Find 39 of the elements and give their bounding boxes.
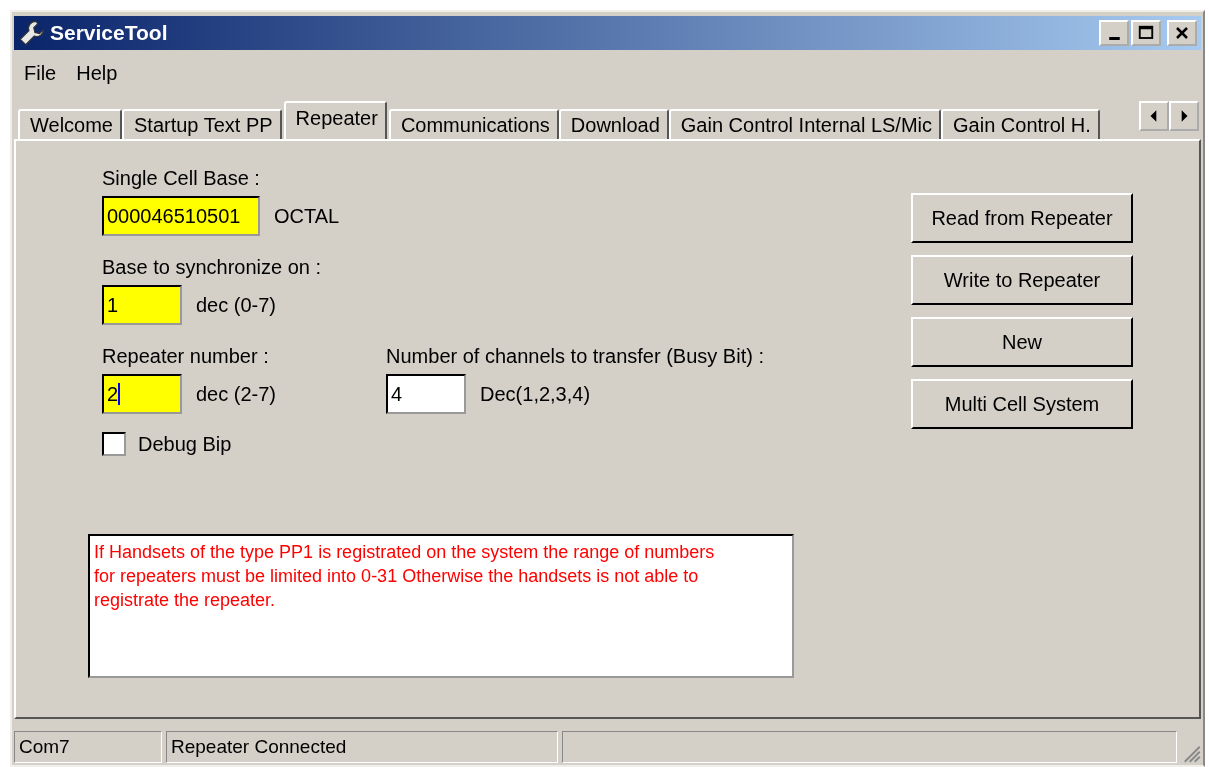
unit-label: dec (0-7) — [196, 293, 277, 317]
menu-item[interactable]: Help — [76, 62, 118, 85]
unit-label: OCTAL — [274, 204, 340, 228]
field-label: Base to synchronize on : — [102, 256, 322, 279]
wrench-icon — [18, 19, 46, 47]
action-button[interactable]: Write to Repeater — [911, 255, 1133, 305]
tab[interactable]: Welcome — [18, 109, 122, 139]
window-title: ServiceTool — [50, 21, 169, 45]
maximize-icon — [1136, 24, 1156, 42]
status-panel: Repeater Connected — [166, 731, 558, 763]
action-button[interactable]: Read from Repeater — [911, 193, 1133, 243]
action-button[interactable]: New — [911, 317, 1133, 367]
input-field[interactable]: 2 — [102, 374, 182, 414]
checkbox-label: Debug Bip — [138, 432, 232, 456]
close-button[interactable] — [1167, 20, 1197, 46]
tab[interactable]: Gain Control Internal LS/Mic — [668, 109, 941, 139]
tab[interactable]: Gain Control H. — [941, 109, 1100, 139]
unit-label: Dec(1,2,3,4) — [480, 382, 591, 406]
maximize-button[interactable] — [1131, 20, 1161, 46]
scroll-right-button[interactable] — [1169, 101, 1199, 131]
minimize-button[interactable] — [1099, 20, 1129, 46]
scroll-left-button[interactable] — [1139, 101, 1169, 131]
input-field[interactable]: 000046510501 — [102, 196, 260, 236]
menu-item[interactable]: File — [24, 62, 57, 85]
tab[interactable]: Startup Text PP — [122, 109, 282, 139]
tab[interactable]: Download — [558, 109, 669, 139]
tab[interactable]: Communications — [388, 109, 559, 139]
field-label: Repeater number : — [102, 345, 270, 368]
minimize-icon — [1108, 36, 1120, 40]
action-button[interactable]: Multi Cell System — [911, 379, 1133, 429]
message-box: If Handsets of the type PP1 is registrated on the system the range of numbers for repeaters must be limited into 0-31 Otherwise the handsets is not able to registrate the repeater. — [88, 534, 794, 678]
status-panel: Com7 — [14, 731, 162, 763]
input-field[interactable]: 4 — [386, 374, 467, 414]
checkbox[interactable] — [102, 432, 126, 456]
field-label: Number of channels to transfer (Busy Bit) : — [386, 345, 764, 368]
tab[interactable]: Repeater — [283, 101, 387, 139]
field-label: Single Cell Base : — [102, 167, 261, 190]
unit-label: dec (2-7) — [196, 382, 277, 406]
input-field[interactable]: 1 — [102, 285, 182, 325]
